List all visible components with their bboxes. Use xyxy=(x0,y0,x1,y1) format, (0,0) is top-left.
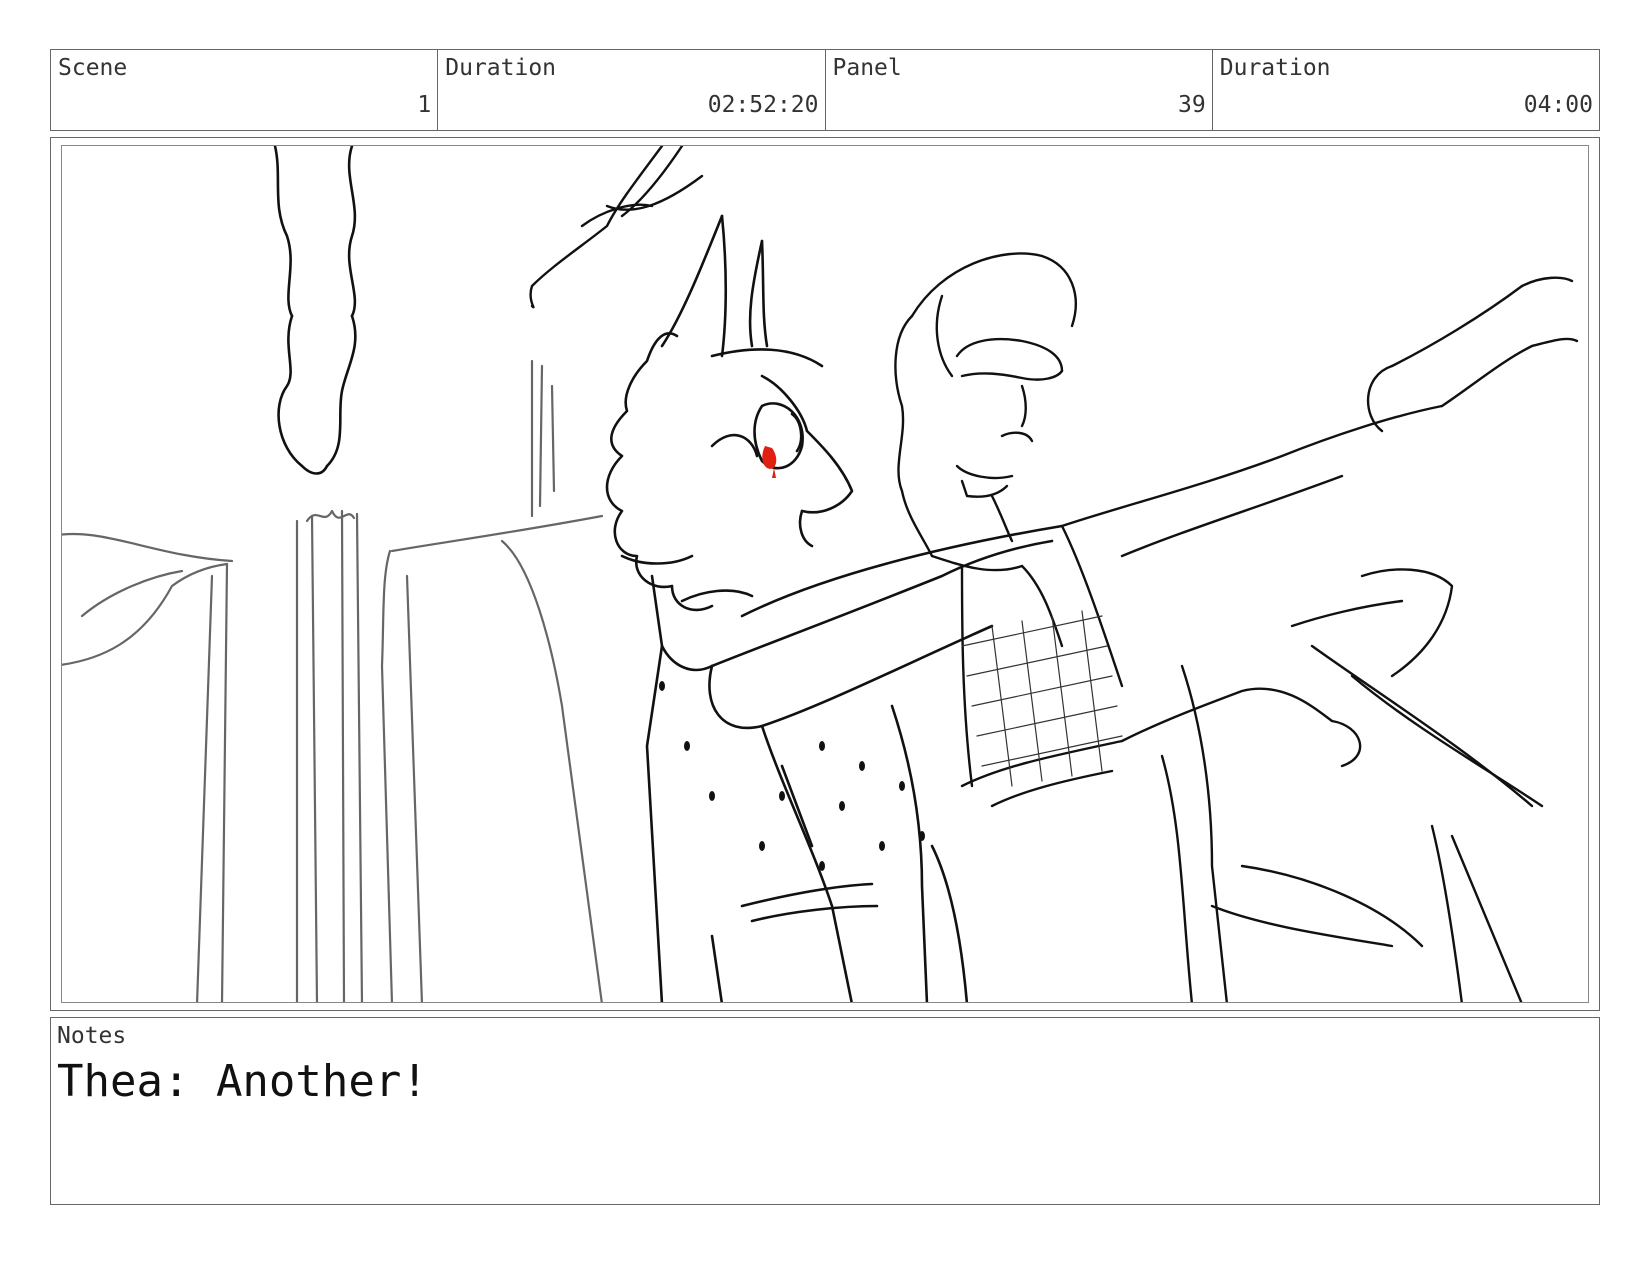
panel-duration-label: Duration xyxy=(1219,55,1331,81)
duration-cell: Duration 02:52:20 xyxy=(438,50,826,130)
branch xyxy=(529,146,704,309)
jacket-dots xyxy=(659,681,925,871)
panel-cell: Panel 39 xyxy=(826,50,1213,130)
storyboard-drawing xyxy=(61,145,1589,1003)
background-curtain xyxy=(62,359,604,1002)
storyboard-header: Scene 1 Duration 02:52:20 Panel 39 Durat… xyxy=(50,49,1600,131)
duration-value: 02:52:20 xyxy=(707,92,819,118)
duration-label: Duration xyxy=(445,55,557,81)
notes-label: Notes xyxy=(57,1023,127,1049)
hanging-ornament xyxy=(273,146,357,475)
notes-text: Thea: Another! xyxy=(57,1056,428,1107)
character-left xyxy=(605,214,1064,1002)
scene-label: Scene xyxy=(58,55,128,81)
panel-value: 39 xyxy=(1178,92,1206,118)
notes-box: Notes Thea: Another! xyxy=(50,1017,1600,1205)
panel-duration-cell: Duration 04:00 xyxy=(1213,50,1599,130)
character-right xyxy=(894,252,1579,1002)
storyboard-frame xyxy=(50,137,1600,1011)
scene-value: 1 xyxy=(417,92,432,118)
panel-duration-value: 04:00 xyxy=(1523,92,1593,118)
panel-label: Panel xyxy=(832,55,902,81)
scene-cell: Scene 1 xyxy=(51,50,439,130)
sketch-illustration xyxy=(62,146,1579,1002)
blood-drop xyxy=(762,446,777,478)
